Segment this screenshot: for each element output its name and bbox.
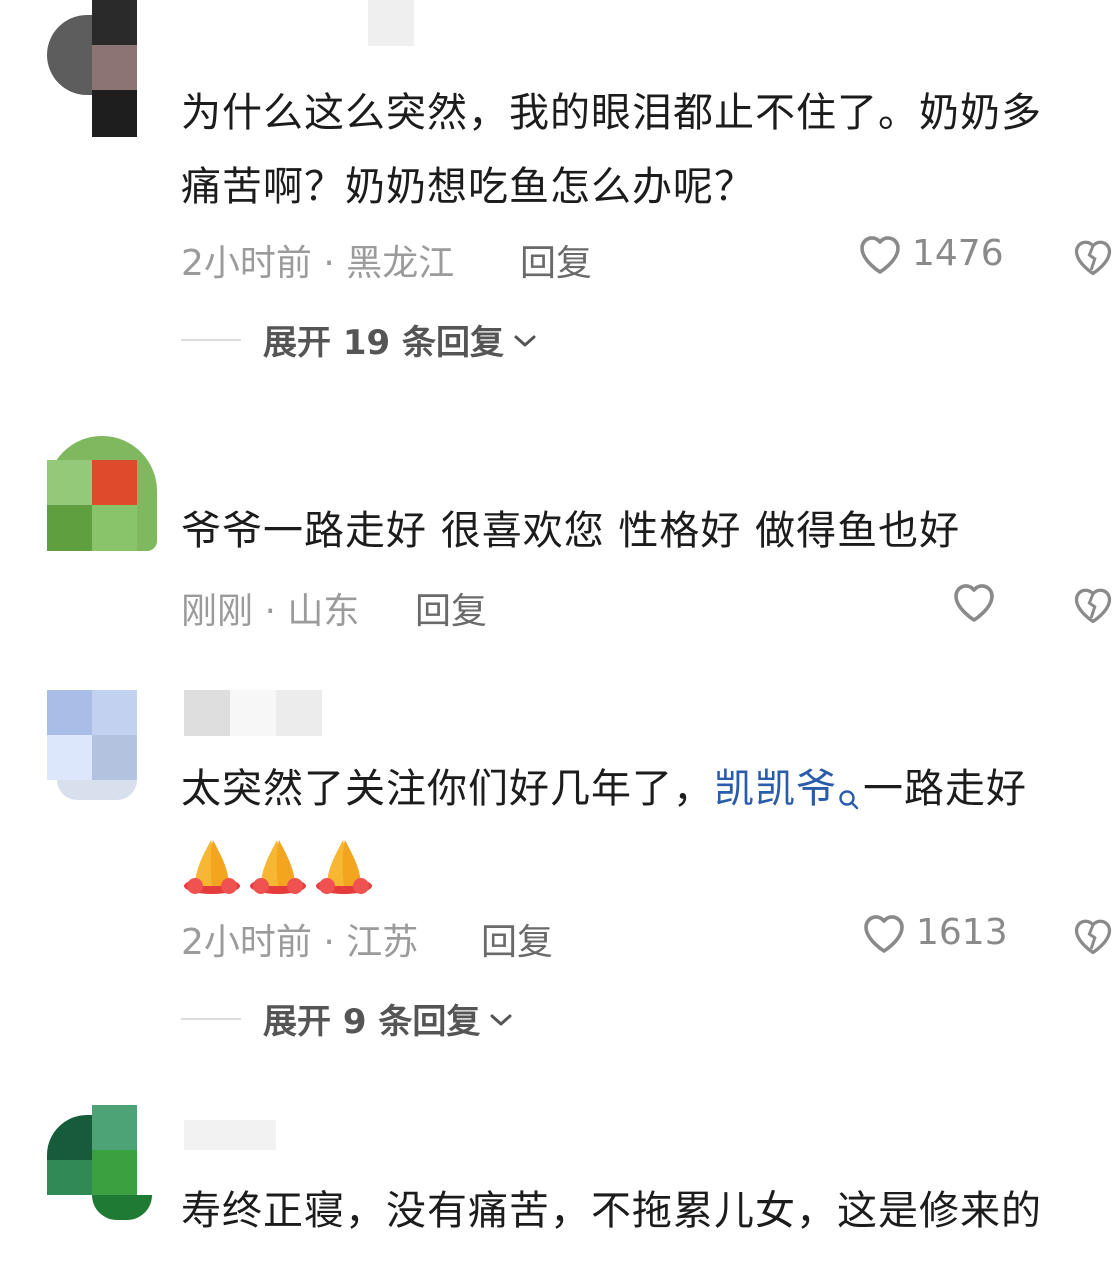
comment-meta: 刚刚 · 山东: [181, 591, 360, 632]
broken-heart-icon: [1071, 919, 1115, 961]
dislike-button[interactable]: [1071, 913, 1115, 961]
folded-hands-icon: [181, 834, 243, 896]
username[interactable]: [184, 1120, 276, 1150]
comment-meta: 2小时前 · 江苏: [181, 922, 419, 963]
search-icon[interactable]: [837, 762, 861, 836]
comment-text-part: 一路走好: [863, 766, 1027, 812]
username-block: [230, 690, 276, 736]
username[interactable]: [184, 690, 230, 736]
comment-text: 痛苦啊？奶奶想吃鱼怎么办呢？: [181, 164, 755, 210]
expand-replies-button[interactable]: 展开 19 条回复: [181, 315, 538, 364]
reply-button[interactable]: 回复: [481, 913, 553, 965]
reply-button[interactable]: 回复: [520, 234, 592, 286]
divider: [181, 1017, 241, 1020]
comment-meta: 2小时前 · 黑龙江: [181, 243, 455, 284]
like-button[interactable]: 1613: [860, 909, 1008, 955]
comment-text-part: 太突然了关注你们好几年了，: [181, 766, 714, 812]
avatar[interactable]: [47, 0, 157, 137]
like-button[interactable]: 1476: [856, 230, 1004, 276]
comment-text: 爷爷一路走好 很喜欢您 性格好 做得鱼也好: [181, 508, 961, 554]
comment-text: 寿终正寝，没有痛苦，不拖累儿女，这是修来的: [181, 1188, 1042, 1234]
dislike-button[interactable]: [1071, 582, 1115, 630]
emoji-row: [181, 826, 1111, 900]
broken-heart-icon: [1071, 588, 1115, 630]
comment-text: 太突然了关注你们好几年了，凯凯爷 一路走好: [181, 752, 1111, 836]
dislike-button[interactable]: [1071, 234, 1115, 282]
folded-hands-icon: [313, 834, 375, 896]
broken-heart-icon: [1071, 240, 1115, 282]
comment-text: 为什么这么突然，我的眼泪都止不住了。奶奶多: [181, 90, 1042, 136]
reply-button[interactable]: 回复: [415, 582, 487, 634]
avatar[interactable]: [47, 436, 157, 556]
chevron-down-icon: [512, 320, 538, 360]
username-block: [276, 690, 322, 736]
heart-icon: [856, 230, 904, 276]
like-button[interactable]: [950, 578, 998, 624]
heart-icon: [860, 909, 908, 955]
folded-hands-icon: [247, 834, 309, 896]
divider: [181, 338, 241, 341]
chevron-down-icon: [488, 999, 514, 1039]
avatar[interactable]: [47, 690, 157, 810]
like-count: 1613: [916, 911, 1008, 953]
expand-replies-label: 展开 19 条回复: [263, 323, 504, 363]
expand-replies-button[interactable]: 展开 9 条回复: [181, 994, 514, 1043]
expand-replies-label: 展开 9 条回复: [263, 1002, 481, 1042]
username[interactable]: [368, 0, 414, 46]
mention-link[interactable]: 凯凯爷: [714, 766, 837, 812]
heart-icon: [950, 578, 998, 624]
avatar[interactable]: [47, 1105, 157, 1225]
like-count: 1476: [912, 232, 1004, 274]
